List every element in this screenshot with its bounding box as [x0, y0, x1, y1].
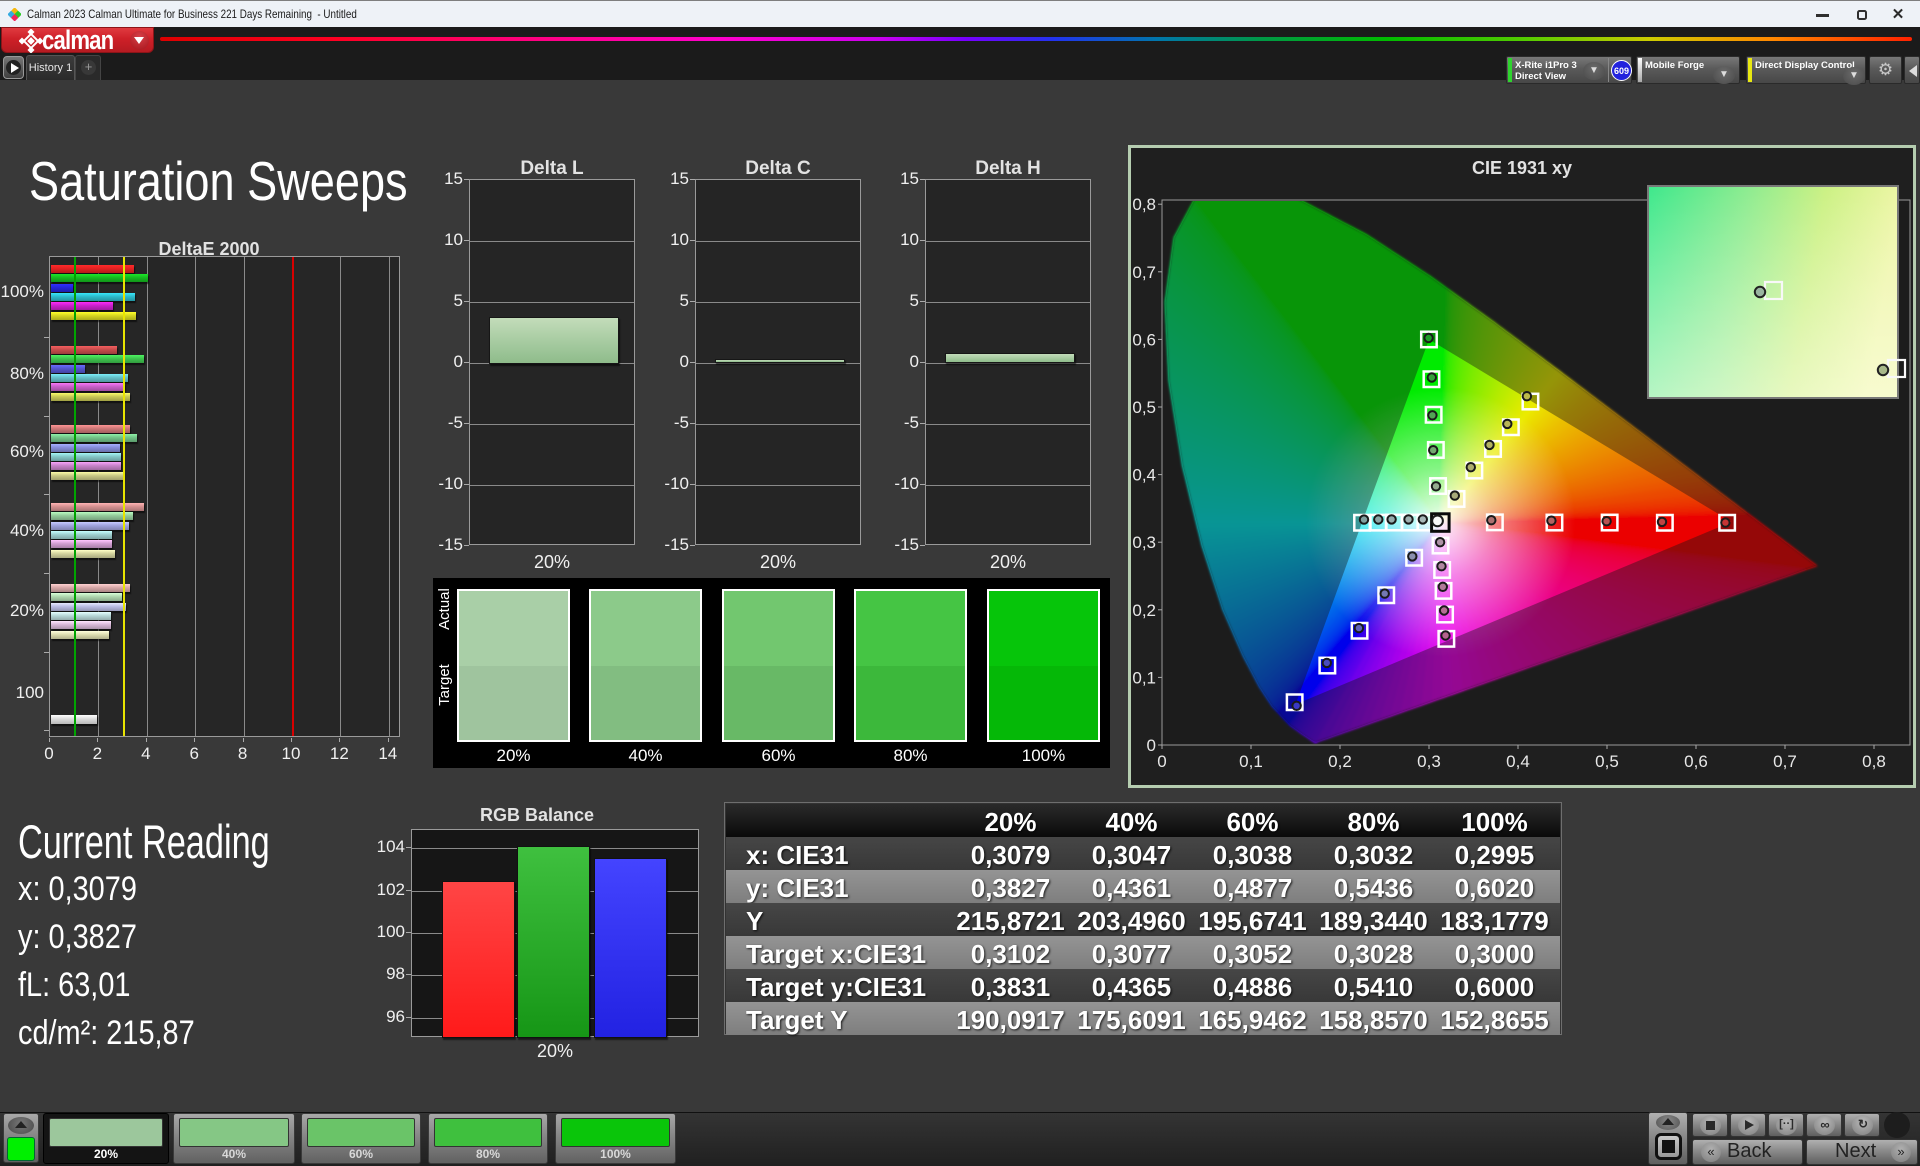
svg-text:0,5: 0,5: [1132, 398, 1156, 417]
svg-text:0,3: 0,3: [1132, 533, 1156, 552]
svg-text:0: 0: [1147, 736, 1156, 755]
svg-text:0,7: 0,7: [1773, 752, 1797, 771]
svg-text:0,8: 0,8: [1862, 752, 1886, 771]
svg-text:0,8: 0,8: [1132, 195, 1156, 214]
svg-text:0,3: 0,3: [1417, 752, 1441, 771]
svg-text:0,6: 0,6: [1132, 330, 1156, 349]
svg-text:0,4: 0,4: [1132, 466, 1156, 485]
svg-text:0,4: 0,4: [1506, 752, 1530, 771]
svg-text:0,1: 0,1: [1239, 752, 1263, 771]
svg-text:0,1: 0,1: [1132, 668, 1156, 687]
svg-text:0,2: 0,2: [1132, 601, 1156, 620]
svg-text:0: 0: [1157, 752, 1166, 771]
svg-text:0,5: 0,5: [1595, 752, 1619, 771]
svg-text:CIE 1931 xy: CIE 1931 xy: [1472, 158, 1572, 178]
svg-text:0,6: 0,6: [1684, 752, 1708, 771]
svg-text:0,2: 0,2: [1328, 752, 1352, 771]
svg-text:0,7: 0,7: [1132, 263, 1156, 282]
